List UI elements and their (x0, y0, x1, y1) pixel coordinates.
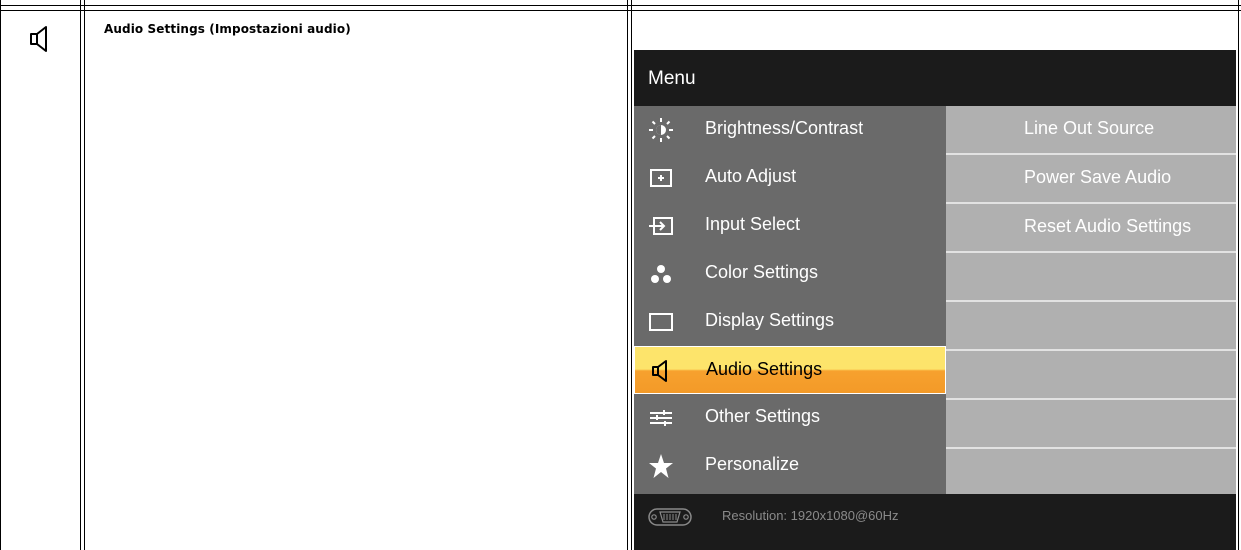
submenu-item-reset-audio-settings[interactable]: Reset Audio Settings (946, 204, 1236, 253)
menu-item-label: Color Settings (705, 262, 819, 282)
submenu-item-label: Line Out Source (1024, 118, 1155, 138)
submenu-item-empty (946, 400, 1236, 449)
star-icon (649, 454, 673, 478)
table-border (80, 0, 81, 550)
menu-item-label: Input Select (705, 214, 801, 234)
menu-item-label: Other Settings (705, 406, 821, 426)
submenu-item-empty (946, 351, 1236, 400)
vga-connector-icon (648, 508, 692, 526)
menu-item-label: Auto Adjust (705, 166, 797, 186)
table-border (631, 0, 632, 550)
menu-item-label: Personalize (705, 454, 800, 474)
menu-item-auto-adjust[interactable]: Auto Adjust (634, 154, 946, 202)
display-settings-icon (649, 313, 673, 331)
brightness-icon (649, 118, 673, 142)
submenu: Line Out Source Power Save Audio Reset A… (946, 106, 1236, 494)
speaker-icon (652, 360, 667, 382)
table-border (1238, 0, 1239, 550)
menu-item-color-settings[interactable]: Color Settings (634, 250, 946, 298)
submenu-item-empty (946, 253, 1236, 302)
other-settings-icon (650, 410, 672, 426)
menu-item-label: Brightness/Contrast (705, 118, 864, 138)
resolution-readout: Resolution: 1920x1080@60Hz (722, 508, 899, 523)
submenu-item-empty (946, 302, 1236, 351)
main-menu: Brightness/Contrast Auto Adjust Input Se… (634, 106, 946, 494)
menu-item-label: Display Settings (705, 310, 835, 330)
menu-item-other-settings[interactable]: Other Settings (634, 394, 946, 442)
submenu-item-line-out-source[interactable]: Line Out Source (946, 106, 1236, 155)
submenu-item-empty (946, 449, 1236, 496)
osd-header: Menu (634, 50, 1236, 106)
menu-item-input-select[interactable]: Input Select (634, 202, 946, 250)
section-title: Audio Settings (Impostazioni audio) (104, 22, 351, 36)
submenu-item-label: Power Save Audio (1024, 167, 1172, 187)
table-border (84, 0, 85, 550)
speaker-icon (30, 26, 47, 52)
input-select-icon (649, 217, 673, 235)
osd-title: Menu (648, 68, 696, 89)
table-border (0, 5, 1241, 6)
osd-menu: Menu Brightness/Contrast Auto Adjust Inp… (634, 50, 1236, 550)
menu-item-brightness-contrast[interactable]: Brightness/Contrast (634, 106, 946, 154)
table-border (627, 0, 628, 550)
menu-item-display-settings[interactable]: Display Settings (634, 298, 946, 346)
table-border (0, 10, 1241, 11)
submenu-item-power-save-audio[interactable]: Power Save Audio (946, 155, 1236, 204)
submenu-item-label: Reset Audio Settings (1024, 216, 1192, 236)
osd-footer: Resolution: 1920x1080@60Hz (634, 494, 1236, 550)
color-settings-icon (651, 265, 671, 283)
table-border (0, 0, 1, 550)
menu-item-label: Audio Settings (706, 359, 823, 379)
menu-item-audio-settings[interactable]: Audio Settings (634, 346, 946, 394)
auto-adjust-icon (650, 169, 672, 187)
menu-item-personalize[interactable]: Personalize (634, 442, 946, 490)
